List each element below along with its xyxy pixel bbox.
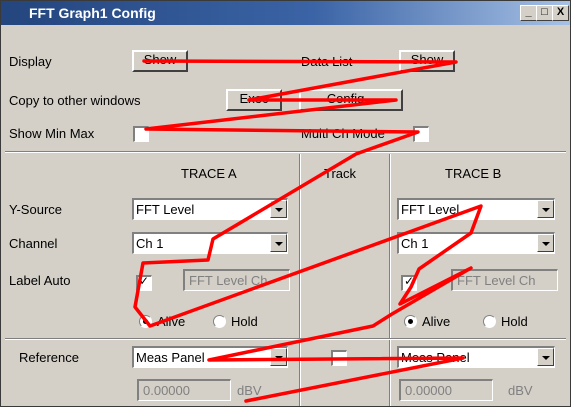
annotation-path	[133, 59, 483, 403]
config-window: FFT Graph1 Config _ □ X Display Show Dat…	[0, 0, 571, 407]
annotation-overlay	[133, 59, 483, 403]
